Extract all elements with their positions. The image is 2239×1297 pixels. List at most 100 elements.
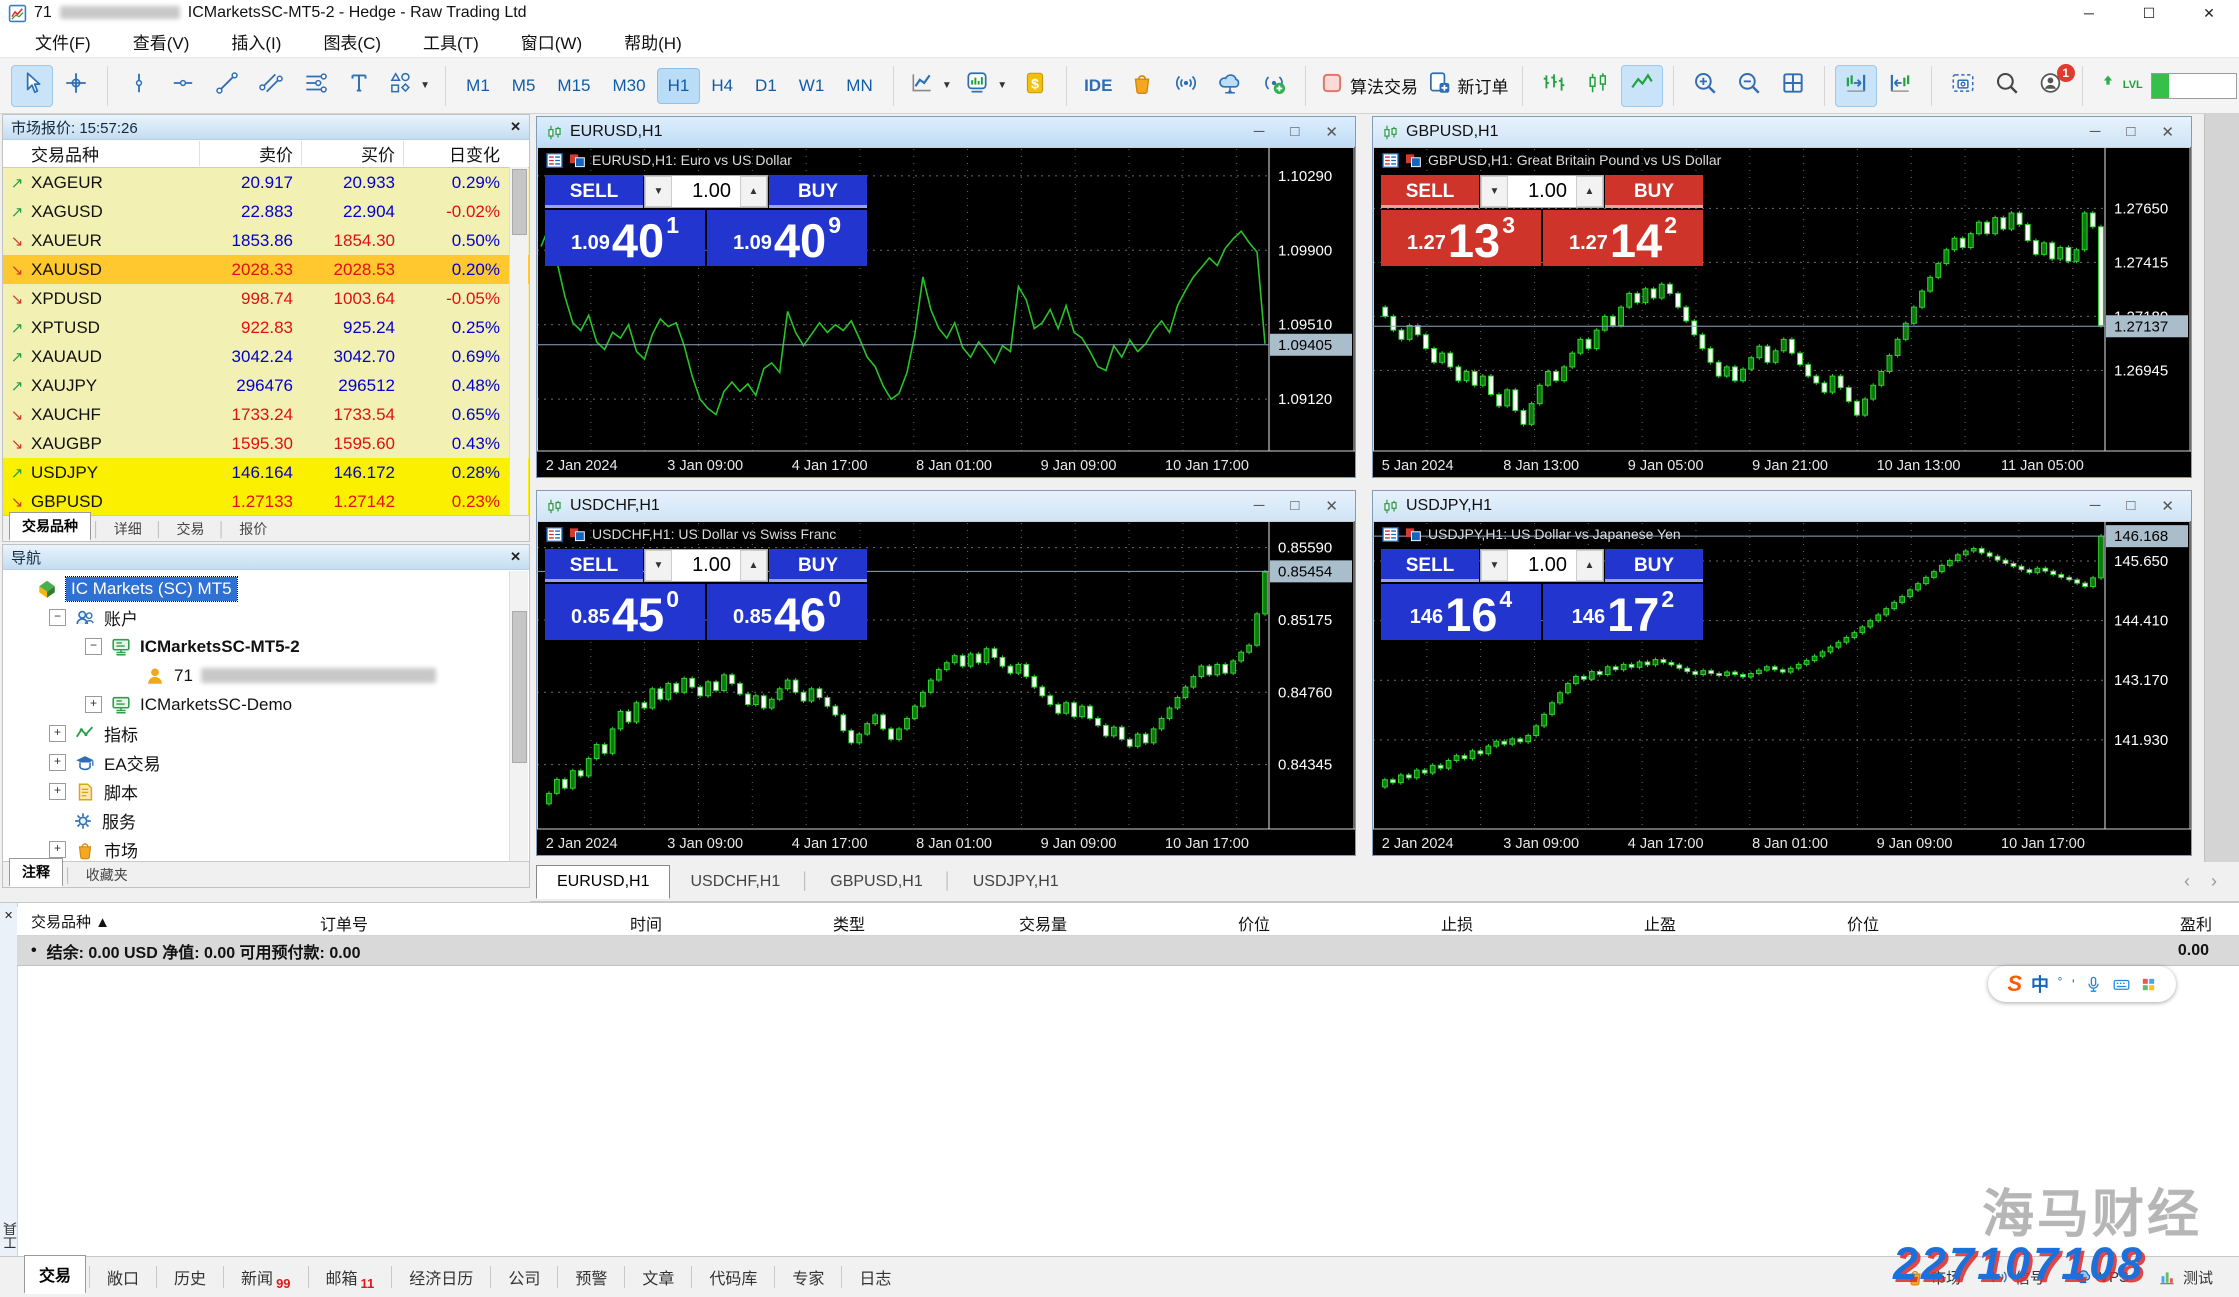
close-icon[interactable]: ✕ — [510, 119, 521, 135]
ime-toolbar[interactable]: S中゜' — [1988, 966, 2176, 1002]
market-watch-column-header[interactable]: 交易品种 — [31, 141, 199, 166]
chart-tab-gbpusd[interactable]: GBPUSD,H1 — [810, 866, 942, 898]
buy-price[interactable]: 146172 — [1543, 584, 1703, 640]
trade-column-header-0[interactable]: 交易品种 ▲ — [31, 911, 110, 932]
bars-chart-button[interactable] — [1533, 65, 1575, 107]
expand-icon[interactable]: + — [49, 754, 66, 771]
minimize-icon[interactable]: ─ — [1254, 123, 1265, 141]
collapse-icon[interactable]: − — [85, 638, 102, 655]
hline-button[interactable] — [162, 65, 204, 107]
sell-button[interactable]: SELL — [545, 175, 643, 208]
navigator-item-7[interactable]: +脚本 — [3, 777, 529, 806]
market-watch-column-header[interactable]: 日变化 — [403, 141, 510, 166]
trade-column-header-8[interactable]: 价位 — [1847, 911, 1879, 935]
buy-price[interactable]: 0.85460 — [707, 584, 867, 640]
signals-button[interactable] — [1165, 65, 1207, 107]
market-watch-tab-2[interactable]: 交易 — [165, 516, 217, 542]
close-icon[interactable]: ✕ — [4, 909, 13, 922]
chart-window-titlebar[interactable]: GBPUSD,H1─□✕ — [1373, 117, 2191, 148]
timeframe-mn-button[interactable]: MN — [835, 68, 883, 104]
status-item-3[interactable]: 测试 — [2157, 1267, 2213, 1288]
bottom-tab-9[interactable]: 代码库 — [695, 1259, 771, 1295]
bottom-tab-4[interactable]: 邮箱11 — [312, 1259, 389, 1295]
quotes-dollar-button[interactable]: $ — [1014, 65, 1056, 107]
navigator-item-6[interactable]: +EA交易 — [3, 748, 529, 777]
sell-price[interactable]: 146164 — [1381, 584, 1541, 640]
chart-body[interactable]: 0.855900.851750.847600.843450.854542 Jan… — [537, 521, 1355, 855]
progress-bar[interactable] — [2150, 65, 2238, 107]
timeframe-m1-button[interactable]: M1 — [455, 68, 501, 104]
market-watch-row[interactable]: ↘XAUGBP1595.301595.600.43% — [3, 429, 529, 458]
bottom-tab-7[interactable]: 预警 — [561, 1259, 621, 1295]
tab-scroll-arrows[interactable]: ‹ › — [2184, 871, 2239, 892]
shapes-button[interactable]: ▼ — [382, 65, 435, 107]
volume-stepper[interactable]: ▼1.00▲ — [644, 175, 768, 208]
screenshot-button[interactable] — [1942, 65, 1984, 107]
market-watch-tab-3[interactable]: 报价 — [227, 516, 279, 542]
chart-window-titlebar[interactable]: EURUSD,H1─□✕ — [537, 117, 1355, 148]
volume-decrease-button[interactable]: ▼ — [1481, 176, 1508, 207]
close-icon[interactable]: ✕ — [1325, 123, 1338, 141]
chart-body[interactable]: 1.102901.099001.095101.091201.094052 Jan… — [537, 147, 1355, 477]
chart-body[interactable]: 145.650144.410143.170141.930146.1682 Jan… — [1373, 521, 2191, 855]
buy-price[interactable]: 1.27142 — [1543, 210, 1703, 266]
navigator-item-2[interactable]: −ICMarketsSC-MT5-2 — [3, 632, 529, 661]
menu-item-6[interactable]: 帮助(H) — [603, 25, 703, 58]
navigator-item-0[interactable]: IC Markets (SC) MT5 — [3, 574, 529, 603]
shift-left-button[interactable] — [1879, 65, 1921, 107]
market-watch-row[interactable]: ↗XAGEUR20.91720.9330.29% — [3, 168, 529, 197]
chart-tab-usdchf[interactable]: USDCHF,H1 — [670, 866, 800, 898]
candles-chart-button[interactable] — [1577, 65, 1619, 107]
trade-column-header-3[interactable]: 类型 — [833, 911, 865, 935]
zoom-out-button[interactable] — [1728, 65, 1770, 107]
menu-item-3[interactable]: 图表(C) — [302, 25, 402, 58]
market-watch-row[interactable]: ↗XAUJPY2964762965120.48% — [3, 371, 529, 400]
volume-increase-button[interactable]: ▲ — [740, 550, 767, 581]
one-click-trading-icon[interactable] — [569, 527, 586, 542]
text-tool-button[interactable] — [338, 65, 380, 107]
notifications-button[interactable]: 1 — [2030, 65, 2072, 107]
close-icon[interactable]: ✕ — [2161, 497, 2174, 515]
expand-icon[interactable]: + — [49, 725, 66, 742]
one-click-trading-icon[interactable] — [1405, 527, 1422, 542]
market-watch-row[interactable]: ↗XPTUSD922.83925.240.25% — [3, 313, 529, 342]
ime-punctuation-mode[interactable]: ゜' — [2058, 974, 2075, 994]
maximize-icon[interactable]: □ — [1290, 497, 1299, 515]
market-watch-row[interactable]: ↘XAUUSD2028.332028.530.20% — [3, 255, 529, 284]
market-watch-scrollbar[interactable] — [509, 167, 528, 515]
volume-increase-button[interactable]: ▲ — [1576, 550, 1603, 581]
indicators-button[interactable]: ▼ — [959, 65, 1012, 107]
navigator-item-9[interactable]: +市场 — [3, 835, 529, 864]
depth-of-market-icon[interactable] — [546, 527, 563, 542]
timeframe-h4-button[interactable]: H4 — [700, 68, 744, 104]
one-click-trading-icon[interactable] — [569, 153, 586, 168]
timeframe-m30-button[interactable]: M30 — [602, 68, 657, 104]
shift-end-button[interactable] — [1835, 65, 1877, 107]
market-watch-row[interactable]: ↗XAGUSD22.88322.904-0.02% — [3, 197, 529, 226]
trendline-button[interactable] — [206, 65, 248, 107]
expand-icon[interactable]: + — [85, 696, 102, 713]
depth-of-market-icon[interactable] — [546, 153, 563, 168]
ide-button[interactable]: IDE — [1077, 65, 1119, 107]
sell-price[interactable]: 0.85450 — [545, 584, 705, 640]
sell-button[interactable]: SELL — [1381, 175, 1479, 208]
bottom-tab-3[interactable]: 新闻99 — [227, 1259, 304, 1295]
chart-window-titlebar[interactable]: USDCHF,H1─□✕ — [537, 491, 1355, 522]
channel-button[interactable] — [250, 65, 292, 107]
timeframe-w1-button[interactable]: W1 — [788, 68, 836, 104]
navigator-item-4[interactable]: +ICMarketsSC-Demo — [3, 690, 529, 719]
close-icon[interactable]: ✕ — [1325, 497, 1338, 515]
tile-windows-button[interactable] — [1772, 65, 1814, 107]
bottom-tab-10[interactable]: 专家 — [778, 1259, 838, 1295]
minimize-icon[interactable]: ─ — [1254, 497, 1265, 515]
market-watch-row[interactable]: ↗USDJPY146.164146.1720.28% — [3, 458, 529, 487]
collapse-icon[interactable]: − — [49, 609, 66, 626]
cloud-button[interactable] — [1209, 65, 1251, 107]
volume-increase-button[interactable]: ▲ — [740, 176, 767, 207]
market-watch-row[interactable]: ↗XAUAUD3042.243042.700.69% — [3, 342, 529, 371]
buy-button[interactable]: BUY — [1605, 549, 1703, 582]
navigator-item-1[interactable]: −账户 — [3, 603, 529, 632]
ime-toolbox-icon[interactable] — [2140, 976, 2157, 993]
expand-icon[interactable]: + — [49, 841, 66, 858]
market-watch-tab-0[interactable]: 交易品种 — [9, 512, 91, 541]
